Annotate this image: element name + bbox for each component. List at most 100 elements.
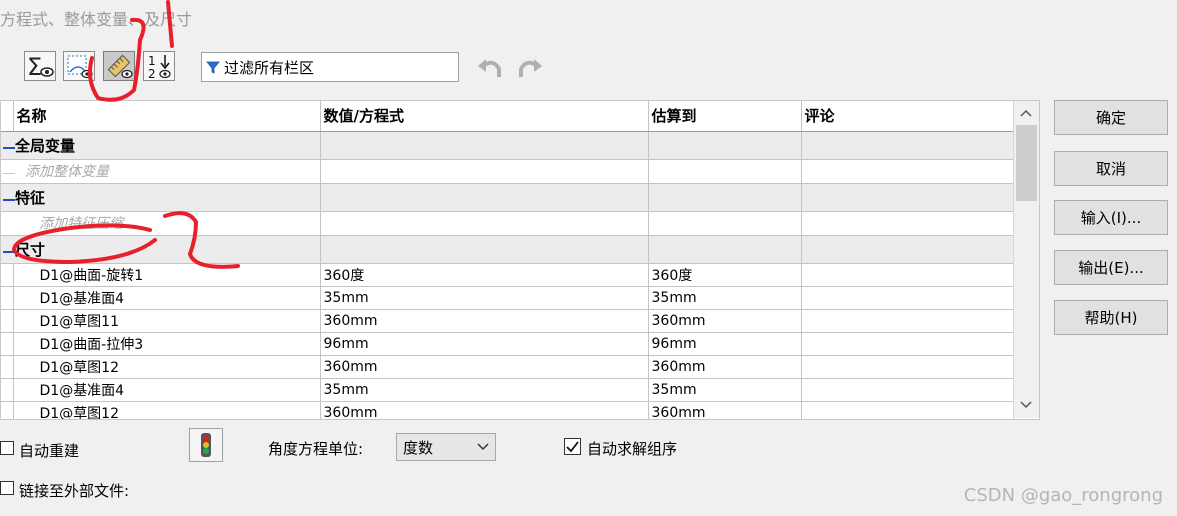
row-gutter bbox=[1, 332, 14, 356]
dimension-value-cell[interactable]: 35mm bbox=[320, 286, 649, 310]
filter-input[interactable]: 过滤所有栏区 bbox=[201, 52, 459, 82]
table-row[interactable]: D1@草图12 360mm 360mm bbox=[1, 355, 1014, 379]
dimension-value-cell[interactable]: 360mm bbox=[320, 401, 649, 419]
row-gutter bbox=[1, 309, 14, 333]
scrollbar-thumb[interactable] bbox=[1016, 125, 1037, 201]
add-feature-suppression-row[interactable]: 添加特征压缩 bbox=[1, 211, 1014, 236]
scroll-up-icon[interactable] bbox=[1020, 109, 1032, 117]
row-gutter bbox=[1, 286, 14, 310]
link-external-checkbox[interactable] bbox=[0, 481, 14, 495]
export-button[interactable]: 输出(E)... bbox=[1054, 250, 1168, 285]
add-feature-suppression-placeholder[interactable]: 添加特征压缩 bbox=[39, 216, 123, 232]
column-header-name[interactable]: 名称 bbox=[13, 101, 321, 132]
dimension-eye-button[interactable] bbox=[103, 51, 135, 81]
dimension-comment-cell[interactable] bbox=[801, 309, 1014, 333]
undo-button[interactable] bbox=[476, 55, 504, 85]
scroll-down-icon[interactable] bbox=[1020, 401, 1032, 409]
sigma-eye-icon: Σ bbox=[27, 53, 54, 80]
auto-rebuild-checkbox[interactable] bbox=[0, 441, 14, 455]
sigma-eye-button[interactable]: Σ bbox=[24, 51, 56, 81]
traffic-light-icon bbox=[201, 433, 211, 457]
ok-button[interactable]: 确定 bbox=[1054, 100, 1168, 135]
table-row[interactable]: D1@基准面4 35mm 35mm bbox=[1, 378, 1014, 402]
cancel-button[interactable]: 取消 bbox=[1054, 151, 1168, 186]
equations-grid: 名称 数值/方程式 估算到 评论 全局变量 添加整体变量 特征 添加特征压缩 尺… bbox=[1, 101, 1014, 419]
dimension-evaluated-cell: 35mm bbox=[648, 286, 802, 310]
sketch-eye-button[interactable] bbox=[63, 51, 95, 81]
table-row[interactable]: D1@基准面4 35mm 35mm bbox=[1, 286, 1014, 310]
column-header-comment[interactable]: 评论 bbox=[801, 101, 1014, 132]
svg-text:2: 2 bbox=[148, 67, 156, 80]
ordered-view-icon: 1 2 bbox=[148, 54, 171, 80]
sketch-eye-icon bbox=[67, 55, 93, 79]
vertical-scrollbar[interactable] bbox=[1013, 101, 1039, 418]
dimension-value-cell[interactable]: 360度 bbox=[320, 263, 649, 287]
dimension-value-cell[interactable]: 35mm bbox=[320, 378, 649, 402]
dimension-comment-cell[interactable] bbox=[801, 286, 1014, 310]
checkmark-icon bbox=[566, 441, 579, 453]
group-label: 特征 bbox=[15, 188, 46, 207]
group-label: 全局变量 bbox=[15, 136, 76, 155]
dimension-evaluated-cell: 360mm bbox=[648, 401, 802, 419]
auto-solve-label: 自动求解组序 bbox=[587, 440, 678, 458]
dimension-name-cell[interactable]: D1@基准面4 bbox=[13, 286, 321, 310]
dimension-name-cell[interactable]: D1@曲面-拉伸3 bbox=[13, 332, 321, 356]
collapse-icon[interactable] bbox=[3, 245, 15, 253]
redo-button[interactable] bbox=[516, 55, 544, 85]
row-gutter bbox=[1, 263, 14, 287]
group-label: 尺寸 bbox=[15, 240, 46, 259]
dimension-value-cell[interactable]: 360mm bbox=[320, 355, 649, 379]
dimension-eye-icon bbox=[107, 54, 133, 79]
filter-icon bbox=[206, 61, 220, 74]
redo-icon bbox=[519, 59, 542, 77]
collapse-icon[interactable] bbox=[3, 141, 15, 149]
dimension-evaluated-cell: 35mm bbox=[648, 378, 802, 402]
traffic-light-button[interactable] bbox=[189, 428, 223, 462]
dimension-name-cell[interactable]: D1@草图11 bbox=[13, 309, 321, 333]
dimension-name-cell[interactable]: D1@基准面4 bbox=[13, 378, 321, 402]
angle-unit-label: 角度方程单位: bbox=[268, 440, 364, 458]
dimension-comment-cell[interactable] bbox=[801, 378, 1014, 402]
table-row[interactable]: D1@草图12 360mm 360mm bbox=[1, 401, 1014, 419]
column-header-value[interactable]: 数值/方程式 bbox=[320, 101, 649, 132]
dimension-name-cell[interactable]: D1@草图12 bbox=[13, 355, 321, 379]
group-dimensions[interactable]: 尺寸 bbox=[1, 235, 1014, 264]
row-gutter bbox=[1, 378, 14, 402]
dimension-evaluated-cell: 360mm bbox=[648, 309, 802, 333]
dimension-name-cell[interactable]: D1@草图12 bbox=[13, 401, 321, 419]
watermark: CSDN @gao_rongrong bbox=[963, 485, 1163, 506]
auto-rebuild-label: 自动重建 bbox=[19, 442, 80, 460]
add-global-variable-row[interactable]: 添加整体变量 bbox=[1, 159, 1014, 184]
angle-unit-value: 度数 bbox=[403, 438, 434, 457]
add-global-variable-placeholder[interactable]: 添加整体变量 bbox=[25, 164, 109, 180]
ordered-view-button[interactable]: 1 2 bbox=[143, 51, 175, 81]
table-row[interactable]: D1@曲面-拉伸3 96mm 96mm bbox=[1, 332, 1014, 356]
blank-marker-icon bbox=[3, 167, 15, 174]
link-external-label: 链接至外部文件: bbox=[19, 482, 130, 500]
auto-solve-checkbox[interactable] bbox=[564, 438, 581, 455]
import-button[interactable]: 输入(I)... bbox=[1054, 200, 1168, 235]
column-header-evaluated[interactable]: 估算到 bbox=[648, 101, 802, 132]
dimension-name-cell[interactable]: D1@曲面-旋转1 bbox=[13, 263, 321, 287]
dimension-evaluated-cell: 360度 bbox=[648, 263, 802, 287]
equations-table: 名称 数值/方程式 估算到 评论 全局变量 添加整体变量 特征 添加特征压缩 尺… bbox=[0, 100, 1040, 420]
dimension-value-cell[interactable]: 360mm bbox=[320, 309, 649, 333]
svg-text:Σ: Σ bbox=[27, 53, 42, 80]
dimension-comment-cell[interactable] bbox=[801, 401, 1014, 419]
group-features[interactable]: 特征 bbox=[1, 183, 1014, 212]
undo-icon bbox=[478, 59, 501, 77]
filter-text: 过滤所有栏区 bbox=[224, 58, 315, 77]
dimension-value-cell[interactable]: 96mm bbox=[320, 332, 649, 356]
dimension-evaluated-cell: 96mm bbox=[648, 332, 802, 356]
angle-unit-select[interactable]: 度数 bbox=[396, 433, 496, 461]
window-title: 方程式、整体变量、及尺寸 bbox=[0, 10, 193, 29]
table-row[interactable]: D1@草图11 360mm 360mm bbox=[1, 309, 1014, 333]
collapse-icon[interactable] bbox=[3, 193, 15, 201]
group-global-variables[interactable]: 全局变量 bbox=[1, 131, 1014, 160]
dimension-comment-cell[interactable] bbox=[801, 355, 1014, 379]
dimension-comment-cell[interactable] bbox=[801, 332, 1014, 356]
table-row[interactable]: D1@曲面-旋转1 360度 360度 bbox=[1, 263, 1014, 287]
help-button[interactable]: 帮助(H) bbox=[1054, 300, 1168, 335]
dimension-comment-cell[interactable] bbox=[801, 263, 1014, 287]
row-gutter bbox=[1, 401, 14, 419]
